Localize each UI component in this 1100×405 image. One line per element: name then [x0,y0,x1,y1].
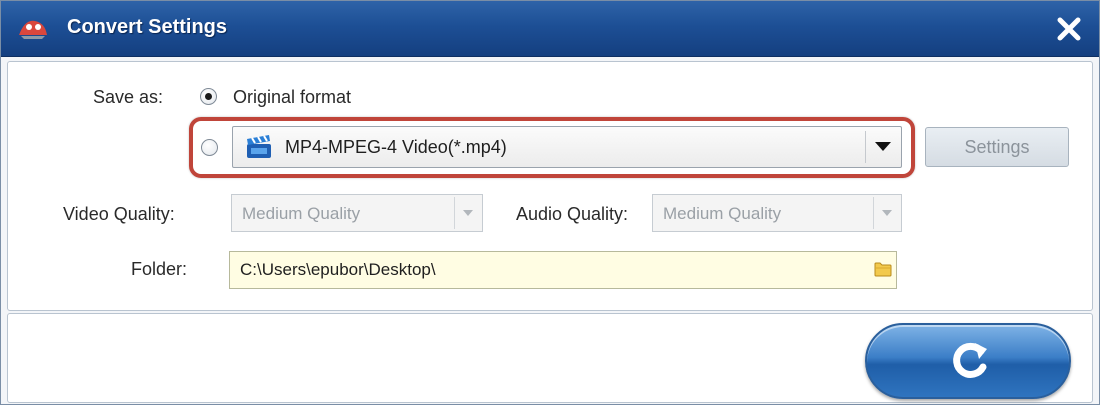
select-divider [865,131,866,163]
refresh-icon [953,342,987,378]
app-logo-icon [19,20,47,39]
video-quality-label: Video Quality: [63,204,175,224]
selected-format-text: MP4-MPEG-4 Video(*.mp4) [285,137,507,157]
output-format-select[interactable]: MP4-MPEG-4 Video(*.mp4) [232,126,902,168]
custom-format-radio[interactable] [201,139,218,156]
title-bar[interactable]: Convert Settings [1,1,1099,57]
chevron-down-icon[interactable] [875,142,891,151]
convert-settings-dialog: Convert Settings Save as: Original forma… [0,0,1100,405]
original-format-radio[interactable] [200,88,217,105]
folder-label: Folder: [131,259,188,279]
save-as-label: Save as: [93,87,164,107]
audio-quality-value: Medium Quality [663,204,782,223]
window-title: Convert Settings [67,16,228,38]
chevron-down-icon [882,210,892,216]
audio-quality-dropdown-button[interactable] [873,197,899,229]
video-quality-dropdown-button[interactable] [454,197,480,229]
settings-button[interactable]: Settings [925,127,1069,167]
video-quality-value: Medium Quality [242,204,361,223]
folder-icon[interactable] [873,259,893,279]
audio-quality-label: Audio Quality: [516,204,629,224]
radio-selected-dot [205,93,212,100]
audio-quality-select[interactable]: Medium Quality [652,194,902,232]
close-icon[interactable] [1053,13,1085,45]
convert-button[interactable] [865,323,1071,399]
original-format-label[interactable]: Original format [233,87,351,108]
folder-path-field[interactable]: C:\Users\epubor\Desktop\ [229,251,897,289]
clapperboard-icon [247,135,271,158]
video-quality-select[interactable]: Medium Quality [231,194,483,232]
chevron-down-icon [463,210,473,216]
